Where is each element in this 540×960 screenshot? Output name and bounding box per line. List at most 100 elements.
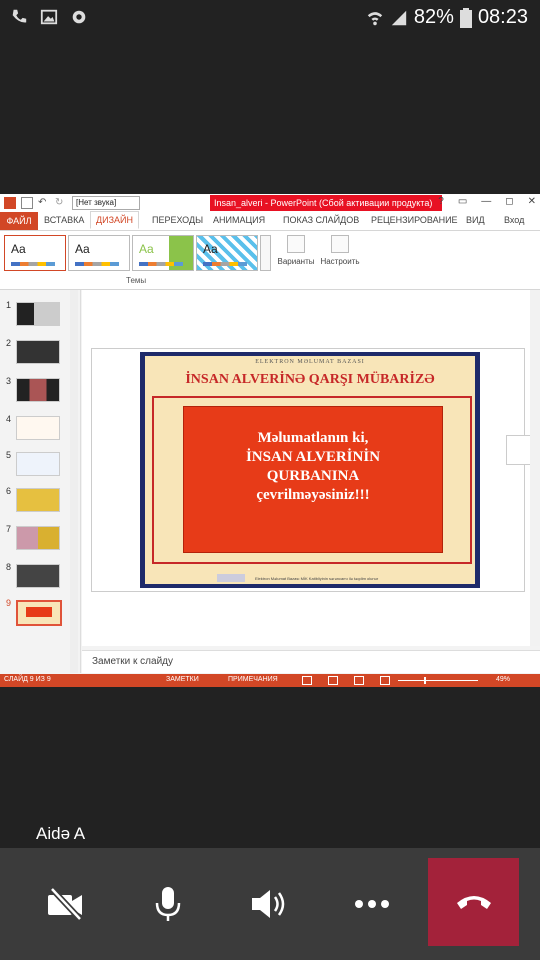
comments-toggle[interactable]: ПРИМЕЧАНИЯ [228,676,278,683]
slide-message: Məlumatlanın ki, İNSAN ALVERİNİN QURBANI… [245,430,381,503]
slide-thumb[interactable]: 3 [4,376,64,402]
slideshow-view-icon[interactable] [380,676,390,685]
slide-thumb-active[interactable]: 9 [4,598,64,626]
window-title: Insan_alveri - PowerPoint (Сбой активаци… [210,195,442,211]
powerpoint-logo-icon [4,197,16,209]
ribbon-tabs: ФАЙЛ ВСТАВКА ДИЗАЙН ПЕРЕХОДЫ АНИМАЦИЯ ПО… [0,211,540,231]
battery-percent: 82% [413,6,454,28]
mute-button[interactable] [142,878,194,930]
customize-icon [331,235,349,253]
slide-thumb[interactable]: 5 [4,450,64,476]
zoom-level[interactable]: 49% [496,676,510,683]
powerpoint-window: ↶ ↻ [Нет звука] Insan_alveri - PowerPoin… [0,194,540,687]
slide-thumb[interactable]: 6 [4,486,64,512]
slide: ELEKTRON MƏLUMAT BAZASI İNSAN ALVERİNƏ Q… [140,352,480,588]
reading-view-icon[interactable] [354,676,364,685]
slide-footer-text: Elektron Məlumat Bazası MİK Katibliyinin… [255,576,379,581]
speaker-icon [252,890,285,918]
tab-view[interactable]: ВИД [466,215,485,225]
tab-animations[interactable]: АНИМАЦИЯ [213,215,265,225]
more-options-button[interactable] [346,878,398,930]
themes-scroll[interactable] [260,235,271,271]
settings-icon [72,10,86,24]
video-toggle-button[interactable] [40,878,92,930]
slide-canvas[interactable]: ELEKTRON MƏLUMAT BAZASI İNSAN ALVERİNƏ Q… [91,348,534,592]
tab-insert[interactable]: ВСТАВКА [44,215,84,225]
battery-icon [459,7,472,28]
speaker-button[interactable] [244,878,296,930]
phone-icon [12,9,27,23]
tab-design[interactable]: ДИЗАЙН [90,211,139,229]
variants-button[interactable]: Варианты [276,235,316,266]
end-call-button[interactable] [428,858,519,946]
thumb-image [16,488,60,512]
theme-office[interactable]: Aa [4,235,66,271]
customize-button[interactable]: Настроить [320,235,360,266]
minimize-button[interactable]: — [481,196,491,207]
thumb-image [16,526,60,550]
normal-view-icon[interactable] [302,676,312,685]
slide-title: İNSAN ALVERİNƏ QARŞI MÜBARİZƏ [185,372,435,387]
call-controls [0,848,540,960]
caller-name: Aidə A [36,824,86,843]
window-controls: ? ▭ — ◻ ✕ [438,196,536,207]
notes-placeholder: Заметки к слайду [92,656,173,667]
themes-group-label: Темы [126,276,147,285]
wifi-icon [367,11,383,25]
maximize-button[interactable]: ◻ [505,196,513,207]
slide-thumb[interactable]: 8 [4,562,64,588]
sign-in-link[interactable]: Вход [504,215,524,225]
thumbnail-scrollbar[interactable] [70,290,78,673]
status-bar: 82% 08:23 [0,0,540,36]
thumb-image [16,378,60,402]
close-button[interactable]: ✕ [528,196,536,207]
gallery-icon [40,9,58,25]
sorter-view-icon[interactable] [328,676,338,685]
signal-icon [391,10,407,25]
more-icon [355,900,389,908]
ribbon: Aa Aa Aa Aa Темы Варианты Настроить [0,231,540,290]
slide-editor: ELEKTRON MƏLUMAT BAZASI İNSAN ALVERİNƏ Q… [82,290,540,646]
notes-toggle[interactable]: ЗАМЕТКИ [166,676,199,683]
save-icon[interactable] [21,197,33,209]
thumb-image [16,302,60,326]
theme-sample-text: Aa [203,242,218,256]
notes-pane[interactable]: Заметки к слайду [82,650,540,673]
thumb-image [16,340,60,364]
redo-icon[interactable]: ↻ [55,197,67,209]
slide-counter: СЛАЙД 9 ИЗ 9 [4,676,51,683]
tab-transitions[interactable]: ПЕРЕХОДЫ [152,215,203,225]
help-button[interactable]: ? [438,196,444,207]
thumb-image [16,564,60,588]
theme-sample-text: Aa [139,242,154,256]
slide-footer-logo [217,574,245,582]
quick-access-toolbar: ↶ ↻ [Нет звука] [4,196,140,210]
zoom-slider[interactable] [398,680,478,681]
slide-message-box: Məlumatlanın ki, İNSAN ALVERİNİN QURBANI… [183,406,443,553]
undo-icon[interactable]: ↶ [38,197,50,209]
video-off-icon [48,887,83,921]
theme-sample-text: Aa [75,242,90,256]
end-call-icon [456,896,491,909]
slide-thumb[interactable]: 7 [4,524,64,550]
tab-file[interactable]: ФАЙЛ [0,212,38,230]
theme-3[interactable]: Aa [132,235,194,271]
clock: 08:23 [477,6,528,28]
slide-thumbnail-pane: 1 2 3 4 5 6 7 8 9 [0,290,81,673]
status-bar-ppt: СЛАЙД 9 ИЗ 9 ЗАМЕТКИ ПРИМЕЧАНИЯ 49% [0,674,540,687]
title-bar: ↶ ↻ [Нет звука] Insan_alveri - PowerPoin… [0,194,540,212]
zoom-slider-thumb[interactable] [424,677,426,684]
sound-select[interactable]: [Нет звука] [72,196,140,210]
theme-4[interactable]: Aa [196,235,258,271]
slide-thumb[interactable]: 2 [4,338,64,364]
slide-thumb[interactable]: 1 [4,300,64,326]
thumb-image [16,416,60,440]
tab-slideshow[interactable]: ПОКАЗ СЛАЙДОВ [283,215,359,225]
theme-2[interactable]: Aa [68,235,130,271]
ribbon-display-button[interactable]: ▭ [458,196,467,207]
thumb-image [16,600,62,626]
editor-scrollbar[interactable] [530,290,540,646]
slide-header-text: ELEKTRON MƏLUMAT BAZASI [255,359,365,365]
tab-review[interactable]: РЕЦЕНЗИРОВАНИЕ [371,215,458,225]
slide-thumb[interactable]: 4 [4,414,64,440]
